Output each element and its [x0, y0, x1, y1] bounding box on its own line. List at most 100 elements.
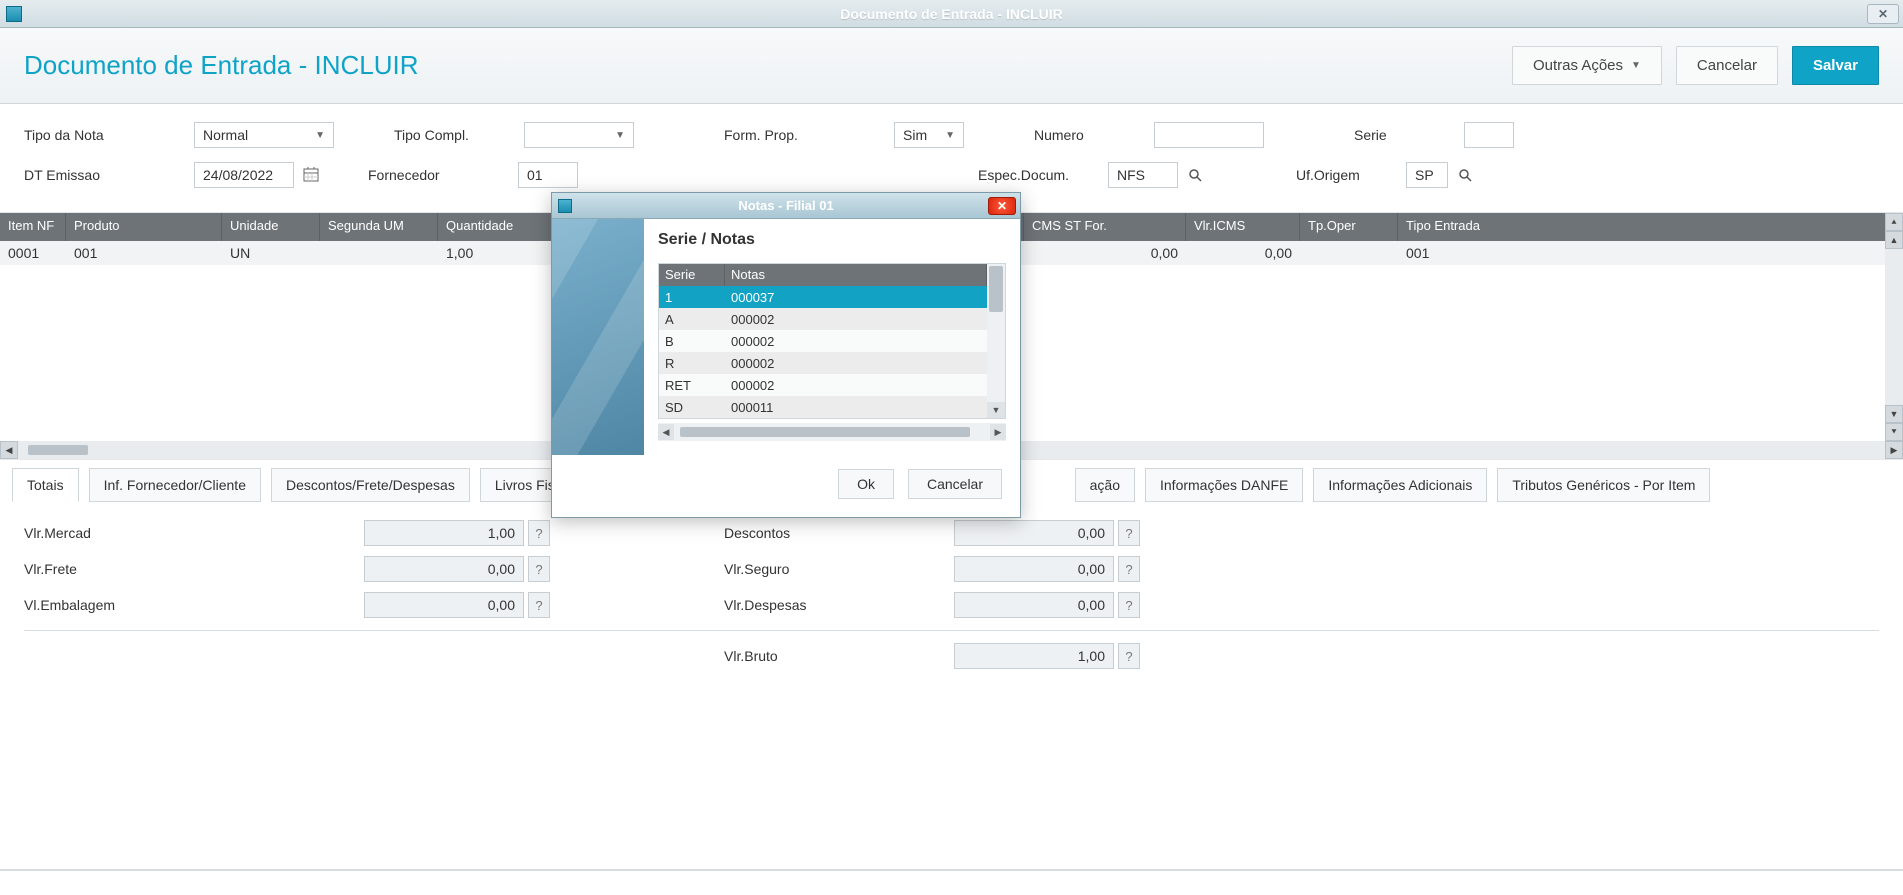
tab-informacoes-adicionais[interactable]: Informações Adicionais: [1313, 468, 1487, 502]
scroll-track[interactable]: [674, 426, 990, 438]
col-produto[interactable]: Produto: [66, 213, 222, 241]
scroll-thumb[interactable]: [680, 427, 970, 437]
tab-inf-fornecedor[interactable]: Inf. Fornecedor/Cliente: [89, 468, 261, 502]
input-dt-emissao[interactable]: [194, 162, 294, 188]
input-uf-origem[interactable]: [1406, 162, 1448, 188]
other-actions-button[interactable]: Outras Ações ▼: [1512, 46, 1662, 85]
select-tipo-nota-value: Normal: [203, 127, 248, 143]
scroll-bottom-icon[interactable]: ⯆: [1885, 423, 1903, 441]
cell-serie: RET: [659, 376, 725, 395]
col-vlr-icms[interactable]: Vlr.ICMS: [1186, 213, 1300, 241]
cell-tipo-entrada: 001: [1398, 242, 1903, 264]
tab-totais[interactable]: Totais: [12, 468, 79, 502]
cell-tp-oper: [1300, 250, 1398, 256]
cell-item-nf: 0001: [0, 242, 66, 264]
tab-tributos-genericos[interactable]: Tributos Genéricos - Por Item: [1497, 468, 1710, 502]
scroll-thumb[interactable]: [28, 445, 88, 455]
input-numero[interactable]: [1154, 122, 1264, 148]
input-vlr-frete[interactable]: [364, 556, 524, 582]
input-vl-embalagem[interactable]: [364, 592, 524, 618]
cell-notas: 000037: [725, 288, 987, 307]
totals-panel: Vlr.Mercad ? Descontos ? Vlr.Frete ? Vlr…: [0, 502, 1903, 687]
scroll-right-icon[interactable]: ▶: [1885, 441, 1903, 459]
select-form-prop[interactable]: Sim ▼: [894, 122, 964, 148]
col-serie[interactable]: Serie: [659, 264, 725, 286]
help-button[interactable]: ?: [1118, 592, 1140, 618]
window-title: Documento de Entrada - INCLUIR: [840, 6, 1062, 22]
cell-serie: R: [659, 354, 725, 373]
col-item-nf[interactable]: Item NF: [0, 213, 66, 241]
modal-table-row[interactable]: B000002: [659, 330, 987, 352]
cell-unidade: UN: [222, 242, 320, 264]
help-button[interactable]: ?: [1118, 520, 1140, 546]
input-espec-docum[interactable]: [1108, 162, 1178, 188]
select-form-prop-value: Sim: [903, 127, 927, 143]
caret-down-icon: ▼: [1631, 60, 1641, 71]
modal-table: Serie Notas 1000037A000002B000002R000002…: [658, 263, 1006, 419]
input-descontos[interactable]: [954, 520, 1114, 546]
caret-down-icon: ▼: [615, 130, 625, 141]
select-tipo-nota[interactable]: Normal ▼: [194, 122, 334, 148]
tab-informacoes-danfe[interactable]: Informações DANFE: [1145, 468, 1303, 502]
label-dt-emissao: DT Emissao: [24, 167, 100, 183]
grid-vscrollbar[interactable]: ⯅ ▲ ▼ ⯆: [1885, 213, 1903, 441]
col-tipo-entrada[interactable]: Tipo Entrada: [1398, 213, 1903, 241]
cell-serie: A: [659, 310, 725, 329]
scroll-left-icon[interactable]: ◀: [0, 441, 18, 459]
help-button[interactable]: ?: [1118, 556, 1140, 582]
save-button[interactable]: Salvar: [1792, 46, 1879, 85]
label-uf-origem: Uf.Origem: [1296, 167, 1360, 183]
modal-close-button[interactable]: ✕: [988, 197, 1016, 215]
col-unidade[interactable]: Unidade: [222, 213, 320, 241]
help-button[interactable]: ?: [1118, 643, 1140, 669]
input-vlr-despesas[interactable]: [954, 592, 1114, 618]
search-icon[interactable]: [1454, 164, 1476, 186]
cell-cms-st-for: 0,00: [1024, 242, 1186, 264]
tab-descontos-frete[interactable]: Descontos/Frete/Despesas: [271, 468, 470, 502]
help-button[interactable]: ?: [528, 520, 550, 546]
col-cms-st-for[interactable]: CMS ST For.: [1024, 213, 1186, 241]
other-actions-label: Outras Ações: [1533, 57, 1623, 74]
cell-serie: B: [659, 332, 725, 351]
input-fornecedor[interactable]: [518, 162, 578, 188]
input-vlr-seguro[interactable]: [954, 556, 1114, 582]
modal-vscrollbar[interactable]: ▼: [987, 264, 1005, 418]
cell-notas: 000011: [725, 398, 987, 417]
scroll-up-icon[interactable]: ▲: [1885, 231, 1903, 249]
cancel-button[interactable]: Cancelar: [1676, 46, 1778, 85]
scroll-left-icon[interactable]: ◀: [658, 424, 674, 440]
modal-heading: Serie / Notas: [658, 231, 1006, 249]
modal-table-row[interactable]: R000002: [659, 352, 987, 374]
col-segunda-um[interactable]: Segunda UM: [320, 213, 438, 241]
scroll-down-icon[interactable]: ▼: [1885, 405, 1903, 423]
modal-table-row[interactable]: 1000037: [659, 286, 987, 308]
input-serie[interactable]: [1464, 122, 1514, 148]
tab-acao[interactable]: ação: [1075, 468, 1135, 502]
input-vlr-bruto[interactable]: [954, 643, 1114, 669]
col-notas[interactable]: Notas: [725, 264, 987, 286]
help-button[interactable]: ?: [528, 556, 550, 582]
modal-table-row[interactable]: SD000011: [659, 396, 987, 418]
page-title: Documento de Entrada - INCLUIR: [24, 50, 419, 81]
select-tipo-compl[interactable]: ▼: [524, 122, 634, 148]
modal-hscrollbar[interactable]: ◀ ▶: [658, 423, 1006, 441]
scroll-right-icon[interactable]: ▶: [990, 424, 1006, 440]
modal-table-row[interactable]: RET000002: [659, 374, 987, 396]
modal-side-graphic: [552, 219, 644, 455]
help-button[interactable]: ?: [528, 592, 550, 618]
modal-cancel-button[interactable]: Cancelar: [908, 469, 1002, 499]
scroll-thumb[interactable]: [989, 266, 1003, 312]
modal-titlebar: Notas - Filial 01 ✕: [552, 193, 1020, 219]
modal-ok-button[interactable]: Ok: [838, 469, 894, 499]
cell-segunda-um: [320, 250, 438, 256]
col-tp-oper[interactable]: Tp.Oper: [1300, 213, 1398, 241]
cell-notas: 000002: [725, 332, 987, 351]
scroll-down-icon[interactable]: ▼: [987, 402, 1005, 418]
calendar-icon[interactable]: [300, 164, 322, 186]
window-titlebar: Documento de Entrada - INCLUIR ✕: [0, 0, 1903, 28]
input-vlr-mercad[interactable]: [364, 520, 524, 546]
modal-table-row[interactable]: A000002: [659, 308, 987, 330]
window-close-button[interactable]: ✕: [1867, 4, 1899, 24]
scroll-top-icon[interactable]: ⯅: [1885, 213, 1903, 231]
search-icon[interactable]: [1184, 164, 1206, 186]
